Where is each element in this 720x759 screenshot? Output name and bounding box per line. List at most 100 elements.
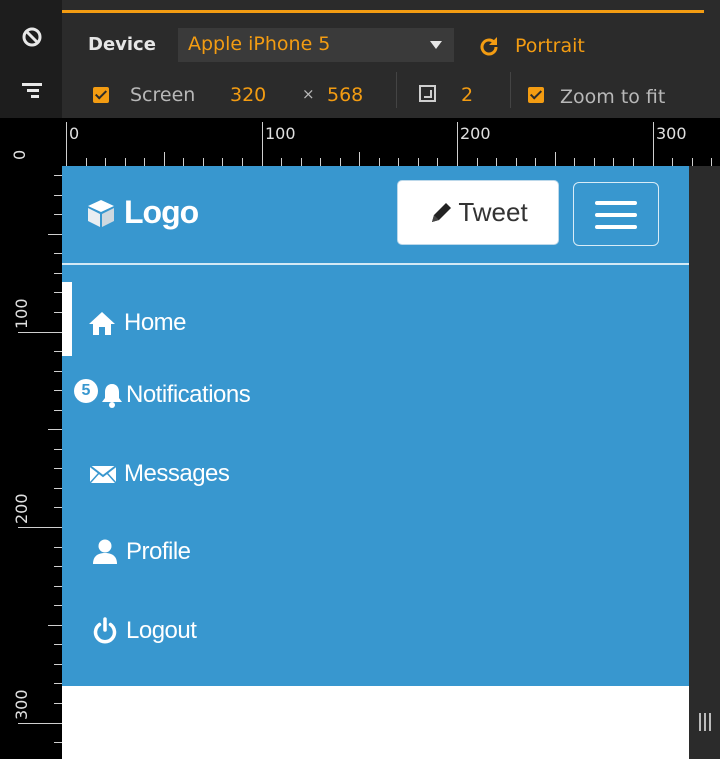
cube-icon: [88, 199, 114, 227]
dimension-separator: ×: [302, 85, 315, 103]
ruler-tick: [48, 429, 62, 430]
ruler-tick: [437, 158, 438, 166]
disable-emulation-icon[interactable]: [22, 26, 42, 52]
nav-item-label: Profile: [126, 538, 191, 565]
ruler-tick: [18, 527, 62, 528]
ruler-tick: [48, 234, 62, 235]
ruler-tick: [54, 488, 62, 489]
ruler-tick: [418, 158, 419, 166]
ruler-tick: [359, 152, 360, 166]
device-label: Device: [88, 34, 156, 55]
ruler-tick: [86, 158, 87, 166]
home-icon: [89, 312, 115, 335]
power-icon: [93, 617, 117, 644]
chevron-down-icon: [430, 41, 442, 49]
tweet-button-label: Tweet: [458, 197, 528, 227]
ruler-tick: [54, 742, 62, 743]
ruler-tick: [496, 158, 497, 166]
screen-height-input[interactable]: 568: [327, 84, 363, 106]
emulated-viewport: Logo Tweet Home Notifications 5 Messages…: [62, 166, 689, 759]
nav-item-label: Messages: [124, 460, 230, 487]
ruler-tick: [54, 703, 62, 704]
ruler-tick: [555, 152, 556, 166]
ruler-tick: [692, 158, 693, 166]
pencil-icon: [432, 202, 452, 222]
ruler-tick: [54, 351, 62, 352]
bell-icon: [102, 384, 122, 408]
ruler-tick: [66, 122, 67, 166]
ruler-tick: [54, 214, 62, 215]
ruler-tick: [105, 158, 106, 166]
ruler-tick: [54, 273, 62, 274]
tweet-button[interactable]: Tweet: [397, 180, 559, 245]
ruler-tick: [574, 158, 575, 166]
ruler-tick: [183, 158, 184, 166]
brand[interactable]: Logo: [86, 194, 199, 231]
ruler-label: 0: [69, 124, 80, 143]
ruler-tick: [54, 175, 62, 176]
ruler-label: 200: [460, 124, 491, 143]
toolbar-accent-line: [62, 10, 704, 13]
ruler-tick: [18, 723, 62, 724]
menu-toggle-button[interactable]: [573, 182, 659, 246]
toolbar-separator: [510, 72, 511, 108]
orientation-toggle[interactable]: Portrait: [515, 35, 585, 57]
nav-item-messages[interactable]: Messages: [62, 444, 689, 504]
ruler-tick: [477, 158, 478, 166]
ruler-tick: [164, 152, 165, 166]
ruler-tick: [125, 158, 126, 166]
ruler-tick: [262, 122, 263, 166]
ruler-tick: [54, 390, 62, 391]
ruler-tick: [457, 122, 458, 166]
zoom-to-fit-checkbox[interactable]: [528, 87, 544, 103]
ruler-tick: [281, 158, 282, 166]
ruler-tick: [203, 158, 204, 166]
nav-item-label: Logout: [126, 617, 197, 644]
ruler-corner-label: 0: [10, 149, 29, 160]
ruler-tick: [18, 332, 62, 333]
horizontal-ruler: 0 100 200 300: [0, 118, 720, 166]
nav-item-home[interactable]: Home: [62, 293, 689, 353]
media-query-icon[interactable]: [22, 82, 42, 104]
ruler-tick: [54, 410, 62, 411]
ruler-tick: [54, 547, 62, 548]
viewport-resize-strip[interactable]: [689, 166, 720, 759]
nav-item-logout[interactable]: Logout: [62, 601, 689, 661]
nav-item-label: Home: [124, 309, 187, 336]
ruler-label: 200: [12, 493, 31, 524]
toolbar-left-panel: [0, 0, 62, 118]
ruler-tick: [516, 158, 517, 166]
ruler-tick: [54, 683, 62, 684]
screen-width-input[interactable]: 320: [230, 84, 266, 106]
nav-item-profile[interactable]: Profile: [62, 522, 689, 582]
nav-item-notifications[interactable]: Notifications: [62, 365, 689, 425]
ruler-tick: [301, 158, 302, 166]
pixel-ratio-input[interactable]: 2: [461, 84, 473, 106]
ruler-tick: [54, 566, 62, 567]
device-select-value: Apple iPhone 5: [188, 33, 331, 55]
ruler-tick: [54, 605, 62, 606]
ruler-tick: [613, 158, 614, 166]
ruler-tick: [54, 664, 62, 665]
ruler-label: 100: [12, 298, 31, 329]
ruler-tick: [320, 158, 321, 166]
ruler-tick: [54, 195, 62, 196]
ruler-corner: 0: [0, 118, 62, 166]
zoom-to-fit-label: Zoom to fit: [560, 86, 666, 108]
device-select[interactable]: Apple iPhone 5: [178, 28, 454, 62]
ruler-tick: [54, 312, 62, 313]
device-pixel-ratio-icon: [419, 85, 436, 102]
toolbar-separator: [396, 72, 397, 108]
ruler-tick: [54, 371, 62, 372]
ruler-tick: [48, 625, 62, 626]
resize-grip-icon[interactable]: [699, 713, 711, 731]
ruler-label: 300: [12, 689, 31, 720]
ruler-tick: [54, 292, 62, 293]
device-emulation-toolbar: Device Apple iPhone 5 Portrait Screen 32…: [0, 0, 720, 118]
screen-checkbox[interactable]: [93, 87, 109, 103]
rotate-icon[interactable]: [478, 36, 500, 63]
ruler-tick: [54, 468, 62, 469]
ruler-tick: [340, 158, 341, 166]
ruler-tick: [711, 158, 712, 166]
ruler-tick: [54, 507, 62, 508]
